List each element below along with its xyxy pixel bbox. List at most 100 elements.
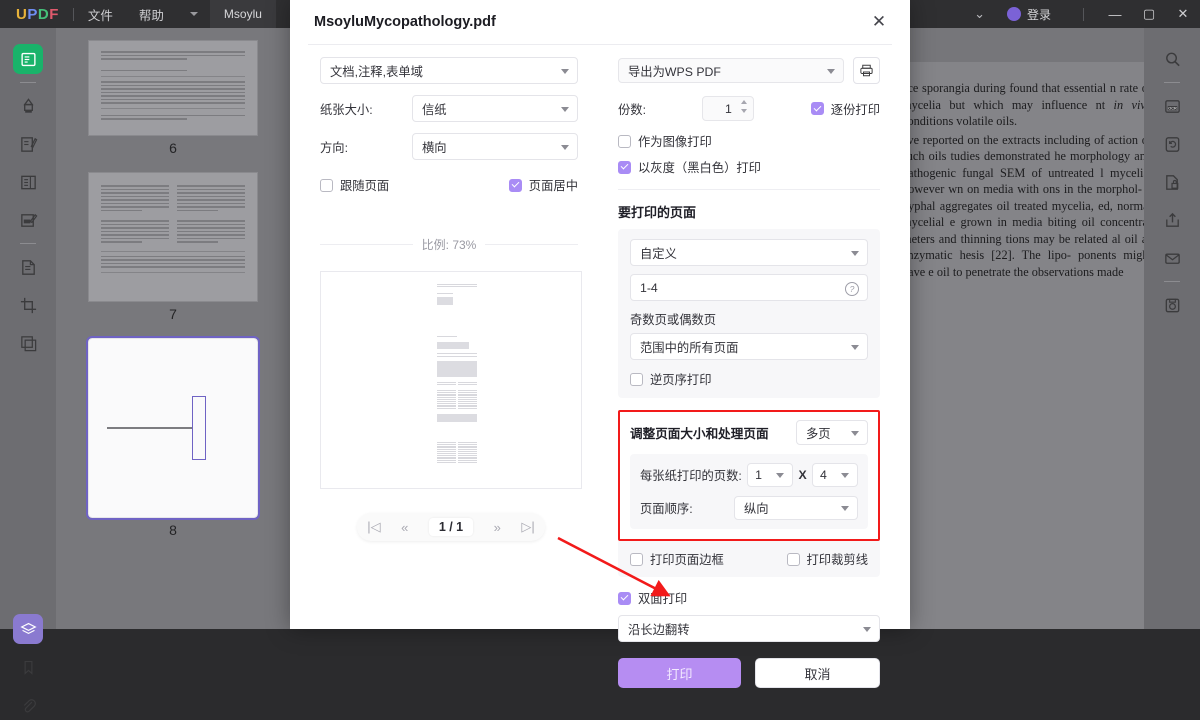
last-page-button[interactable]: ▷|: [521, 519, 534, 535]
search-icon[interactable]: [1157, 44, 1187, 74]
preview-page-1: [434, 280, 480, 310]
chevron-up-icon[interactable]: [741, 100, 748, 104]
chevron-down-icon[interactable]: ⌄: [974, 6, 985, 22]
preview-pager[interactable]: |◁ « 1 / 1 » ▷|: [357, 513, 545, 541]
print-dialog[interactable]: MsoyluMycopathology.pdf ✕ 文档,注释,表单域 纸张大小…: [290, 0, 910, 688]
thumbnail-page-number: 6: [169, 140, 177, 156]
thumbnail-panel[interactable]: 6 7 8: [56, 28, 290, 629]
sidebar-item-highlight[interactable]: [13, 91, 43, 121]
sidebar-item-bookmark[interactable]: [13, 652, 43, 682]
dialog-header: MsoyluMycopathology.pdf ✕: [290, 0, 910, 44]
sidebar-item-reader[interactable]: [13, 44, 43, 74]
thumbnail-item[interactable]: 7: [88, 172, 258, 322]
copies-stepper[interactable]: 1: [702, 96, 755, 121]
pages-per-sheet-rows-select[interactable]: 4: [811, 463, 858, 487]
printer-value: 导出为WPS PDF: [628, 64, 721, 79]
paper-size-select[interactable]: 信纸: [412, 95, 578, 122]
chevron-down-icon[interactable]: [741, 109, 748, 113]
divider: [618, 189, 880, 190]
center-page-checkbox-row[interactable]: 页面居中: [508, 176, 578, 194]
print-as-image-row[interactable]: 作为图像打印: [618, 132, 880, 150]
sidebar-item-organize-pages[interactable]: [13, 252, 43, 282]
sidebar-item-form[interactable]: [13, 167, 43, 197]
preview-page-2: [434, 332, 480, 394]
print-grayscale-row[interactable]: 以灰度（黑白色）打印: [618, 158, 880, 176]
pages-per-sheet-cols-select[interactable]: 1: [747, 463, 794, 487]
print-as-image-label: 作为图像打印: [638, 135, 712, 149]
question-icon[interactable]: ?: [845, 281, 859, 296]
page-options-row: 跟随页面 页面居中: [320, 176, 578, 194]
odd-even-select[interactable]: 范围中的所有页面: [630, 333, 868, 360]
pages-per-sheet-cols-value: 1: [755, 468, 762, 482]
protect-icon[interactable]: [1157, 167, 1187, 197]
print-page-border-checkbox[interactable]: [630, 552, 643, 566]
divider: [485, 244, 578, 245]
collate-checkbox-row[interactable]: 逐份打印: [810, 100, 880, 118]
convert-icon[interactable]: [1157, 129, 1187, 159]
page-range-input[interactable]: 1-4 ?: [630, 274, 868, 301]
menu-file[interactable]: 文件: [88, 5, 113, 24]
center-page-checkbox[interactable]: [508, 178, 522, 192]
first-page-button[interactable]: |◁: [367, 519, 380, 535]
sidebar-item-crop[interactable]: [13, 290, 43, 320]
chevron-down-icon: [561, 68, 569, 74]
copies-row: 份数: 1 逐份打印: [618, 96, 880, 121]
n-up-panel: 每张纸打印的页数: 1 X 4 页面顺序: 纵向: [630, 454, 868, 529]
stepper-arrows[interactable]: [741, 100, 748, 113]
ocr-icon[interactable]: OCR: [1157, 91, 1187, 121]
close-button[interactable]: ✕: [1166, 6, 1200, 22]
page-order-value: 纵向: [744, 502, 769, 516]
share-icon[interactable]: [1157, 205, 1187, 235]
thumbnail-item[interactable]: 6: [88, 40, 258, 156]
sidebar-item-layers[interactable]: [13, 614, 43, 644]
sidebar-item-attachment[interactable]: [13, 690, 43, 720]
pages-per-sheet-label: 每张纸打印的页数:: [640, 469, 742, 483]
page-mode-select[interactable]: 自定义: [630, 239, 868, 266]
print-grayscale-checkbox[interactable]: [618, 160, 631, 174]
maximize-button[interactable]: ▢: [1132, 6, 1166, 22]
divider: [1164, 82, 1180, 83]
follow-page-checkbox-row[interactable]: 跟随页面: [320, 176, 389, 194]
document-tab[interactable]: Msoylu: [209, 0, 276, 28]
sidebar-item-edit[interactable]: [13, 205, 43, 235]
divider: [1083, 7, 1084, 21]
resize-mode-select[interactable]: 多页: [796, 420, 868, 445]
save-icon[interactable]: [1157, 290, 1187, 320]
printer-select[interactable]: 导出为WPS PDF: [618, 58, 844, 83]
print-button[interactable]: 打印: [618, 658, 741, 688]
sidebar-item-annotate[interactable]: [13, 129, 43, 159]
print-page-border-row[interactable]: 打印页面边框: [630, 550, 724, 568]
duplex-checkbox[interactable]: [618, 591, 631, 605]
resize-section-header: 调整页面大小和处理页面 多页: [630, 420, 868, 445]
sidebar-item-compare[interactable]: [13, 328, 43, 358]
menu-help[interactable]: 帮助: [139, 5, 164, 24]
collate-checkbox[interactable]: [810, 102, 824, 115]
email-icon[interactable]: [1157, 243, 1187, 273]
content-select[interactable]: 文档,注释,表单域: [320, 57, 578, 84]
print-crop-marks-checkbox[interactable]: [786, 552, 800, 566]
chevron-down-icon: [827, 68, 835, 74]
copies-label: 份数:: [618, 102, 647, 117]
account-button[interactable]: 登录: [1006, 6, 1051, 23]
prev-page-button[interactable]: «: [401, 520, 408, 535]
copies-value: 1: [724, 101, 732, 116]
duplex-row[interactable]: 双面打印: [618, 589, 880, 607]
chevron-down-icon: [851, 250, 859, 256]
orientation-select[interactable]: 横向: [412, 133, 578, 160]
printer-icon[interactable]: [853, 57, 880, 84]
chevron-down-icon[interactable]: [189, 12, 198, 16]
print-crop-marks-row[interactable]: 打印裁剪线: [786, 550, 868, 568]
reverse-order-checkbox[interactable]: [630, 372, 643, 386]
minimize-button[interactable]: —: [1098, 7, 1132, 22]
page-order-select[interactable]: 纵向: [734, 496, 858, 520]
document-page[interactable]: ⌄ ace sporangia during found that essent…: [890, 62, 1144, 629]
next-page-button[interactable]: »: [494, 520, 501, 535]
follow-page-checkbox[interactable]: [320, 178, 333, 192]
thumbnail-item[interactable]: 8: [86, 336, 260, 538]
reverse-order-row[interactable]: 逆页序打印: [630, 370, 868, 388]
page-mode-value: 自定义: [640, 246, 677, 261]
cancel-button[interactable]: 取消: [755, 658, 880, 688]
odd-even-value: 范围中的所有页面: [640, 340, 739, 355]
close-icon[interactable]: ✕: [866, 9, 892, 35]
print-as-image-checkbox[interactable]: [618, 134, 631, 148]
